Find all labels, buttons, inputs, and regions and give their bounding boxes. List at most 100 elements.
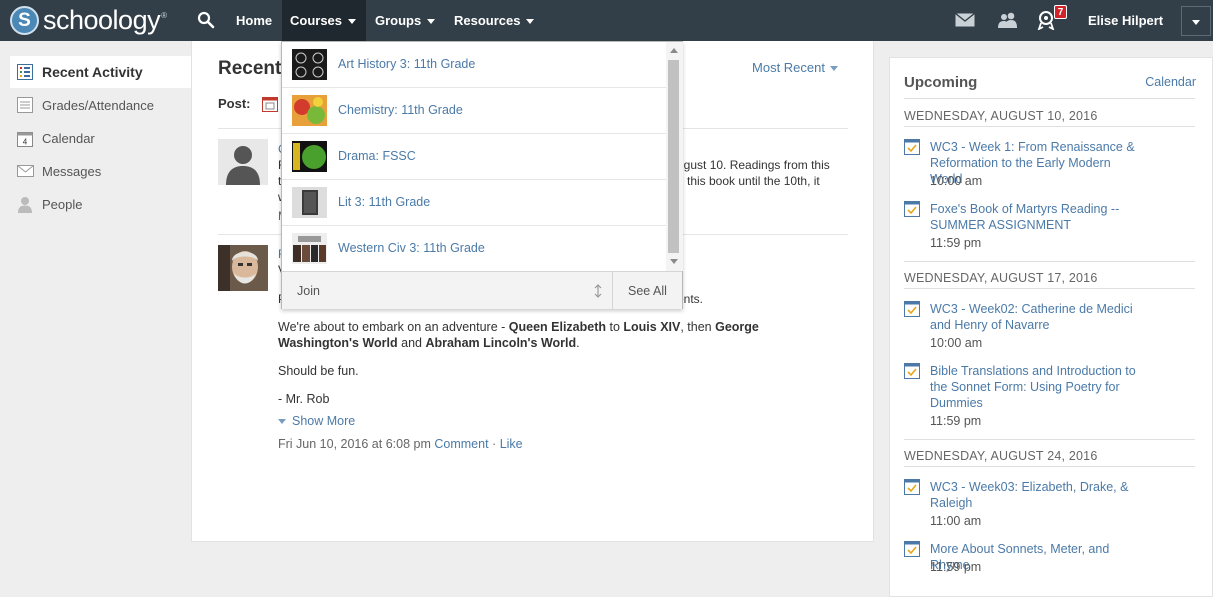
envelope-icon[interactable] [955,13,975,27]
schoology-logo[interactable]: S schoology ® [10,5,167,35]
user-menu-button[interactable] [1181,6,1211,36]
event-title[interactable]: WC3 - Week03: Elizabeth, Drake, & Raleig… [930,479,1145,511]
calendar-link[interactable]: Calendar [1145,75,1196,89]
event-title[interactable]: Foxe's Book of Martyrs Reading -- SUMMER… [930,201,1145,233]
scroll-thumb[interactable] [668,60,679,253]
nav-resources[interactable]: Resources [454,0,535,41]
event-title[interactable]: Bible Translations and Introduction to t… [930,363,1145,411]
event-title[interactable]: WC3 - Week02: Catherine de Medici and He… [930,301,1145,333]
assignment-icon [904,301,920,317]
see-all-button[interactable]: See All [628,284,667,298]
course-label[interactable]: Lit 3: 11th Grade [338,195,430,209]
avatar[interactable] [218,245,268,291]
sidebar-item-calendar[interactable]: 4 Calendar [10,122,95,154]
abraham-lincolns-world: Abraham Lincoln's World [425,336,577,350]
courses-dropdown-menu: Art History 3: 11th Grade Chemistry: 11t… [281,41,683,310]
grades-icon [16,96,34,114]
nav-home[interactable]: Home [236,0,272,41]
event-time: 11:59 pm [930,236,982,250]
sidebar-item-label: Calendar [42,130,95,146]
course-thumbnail [292,141,327,172]
divider [904,288,1195,289]
assignment-icon [904,201,920,217]
course-thumbnail [292,187,327,218]
course-label[interactable]: Western Civ 3: 11th Grade [338,241,485,255]
course-item-western-civ[interactable]: Western Civ 3: 11th Grade [282,226,666,272]
post-body-adventure: We're about to embark on an adventure - … [278,320,759,350]
nav-courses-label: Courses [290,13,343,28]
page-title: Recent [218,58,282,79]
avatar[interactable] [218,139,268,185]
assignment-icon [904,541,920,557]
logo-mark: S [10,5,39,35]
chevron-down-icon [526,19,535,25]
sidebar-item-messages[interactable]: Messages [10,155,101,187]
like-link[interactable]: Like [500,437,523,451]
upcoming-date-header: WEDNESDAY, AUGUST 24, 2016 [904,449,1098,463]
chevron-down-icon [348,19,357,25]
course-thumbnail [292,233,327,264]
course-thumbnail [292,95,327,126]
event-time: 11:00 am [930,514,982,528]
sidebar-item-people[interactable]: People [10,188,82,220]
event-time: 11:59 pm [930,560,982,574]
chevron-down-icon [830,66,838,72]
post-text-fragment: ugust 10. Readings from this [677,158,830,172]
nav-courses[interactable]: Courses [282,0,366,41]
course-item-chemistry[interactable]: Chemistry: 11th Grade [282,88,666,134]
post-body-fun: Should be fun. [278,364,359,378]
sidebar-item-label: Recent Activity [42,64,143,80]
logo-trademark: ® [161,11,167,20]
post-meta: Fri Jun 10, 2016 at 6:08 pm Comment · Li… [278,437,523,451]
user-name[interactable]: Elise Hilpert [1088,0,1163,41]
course-item-lit[interactable]: Lit 3: 11th Grade [282,180,666,226]
post-event-icon[interactable] [262,96,278,112]
post-label: Post: [218,96,251,111]
notification-count-badge: 7 [1054,5,1067,19]
event-time: 10:00 am [930,336,983,350]
show-more-label: Show More [292,414,356,428]
nav-groups-label: Groups [375,13,422,28]
nav-resources-label: Resources [454,13,521,28]
upcoming-date-header: WEDNESDAY, AUGUST 10, 2016 [904,109,1098,123]
post-body-signoff: - Mr. Rob [278,392,330,406]
sidebar-item-label: People [42,196,83,212]
people-icon[interactable] [998,12,1018,28]
notifications-icon[interactable] [1037,10,1055,30]
search-icon[interactable] [197,11,215,29]
scroll-up-arrow[interactable] [670,48,678,53]
assignment-icon [904,363,920,379]
course-label[interactable]: Art History 3: 11th Grade [338,57,475,71]
scroll-down-arrow[interactable] [670,259,678,264]
dropdown-footer: Join See All [282,271,682,310]
course-label[interactable]: Chemistry: 11th Grade [338,103,463,117]
dropdown-scrollbar[interactable] [666,42,683,271]
calendar-day: 4 [23,137,28,146]
comment-link[interactable]: Comment [434,437,488,451]
feed-icon [16,63,34,81]
divider [904,98,1195,99]
divider [904,261,1195,262]
assignment-icon [904,139,920,155]
calendar-icon: 4 [16,129,34,147]
join-button[interactable]: Join [297,284,320,298]
logo-wordmark: schoology [43,4,161,35]
upcoming-panel: Upcoming Calendar WEDNESDAY, AUGUST 10, … [889,57,1213,597]
chevron-down-icon [278,419,286,425]
course-label[interactable]: Drama: FSSC [338,149,416,163]
upcoming-title: Upcoming [904,74,978,91]
sidebar-item-recent-activity[interactable]: Recent Activity [10,56,191,88]
divider [904,466,1195,467]
post-text-fragment: this book until the 10th, it [687,174,820,188]
assignment-icon [904,479,920,495]
chevron-down-icon [427,19,436,25]
sort-dropdown[interactable]: Most Recent [752,60,838,75]
chevron-down-icon [1192,20,1200,25]
course-item-art-history[interactable]: Art History 3: 11th Grade [282,42,666,88]
nav-groups[interactable]: Groups [375,0,436,41]
course-item-drama[interactable]: Drama: FSSC [282,134,666,180]
show-more-link[interactable]: Show More [278,414,355,428]
course-thumbnail [292,49,327,80]
sidebar-item-grades[interactable]: Grades/Attendance [10,89,154,121]
sidebar-item-label: Messages [42,163,102,179]
